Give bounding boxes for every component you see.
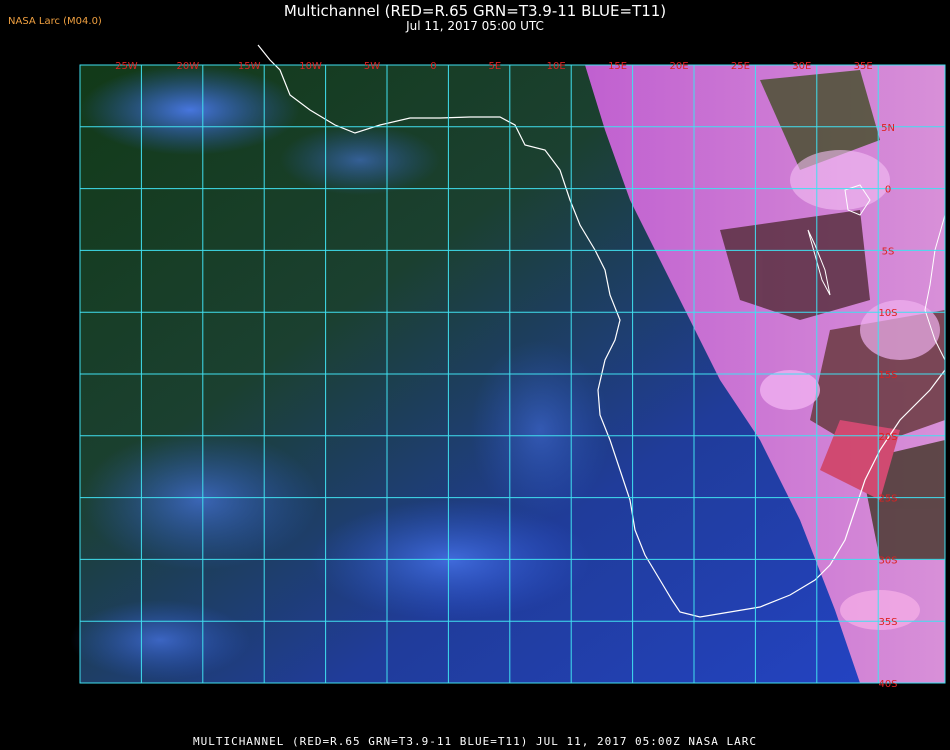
longitude-label: 20E	[669, 61, 688, 72]
image-title: Multichannel (RED=R.65 GRN=T3.9-11 BLUE=…	[283, 2, 667, 20]
latitude-label: 20S	[878, 432, 897, 443]
longitude-label: 0	[430, 61, 436, 72]
longitude-label: 15W	[238, 61, 261, 72]
latitude-label: 35S	[878, 617, 897, 628]
latitude-label: 5N	[881, 123, 895, 134]
latitude-label: 5S	[882, 246, 895, 257]
latitude-label: 15S	[878, 370, 897, 381]
longitude-label: 5E	[488, 61, 501, 72]
latitude-label: 0	[885, 185, 891, 196]
longitude-label: 25W	[115, 61, 138, 72]
latitude-label: 25S	[878, 494, 897, 505]
latitude-label: 40S	[878, 679, 897, 690]
longitude-label: 35E	[854, 61, 873, 72]
latitude-label: 30S	[878, 555, 897, 566]
longitude-label: 30E	[792, 61, 811, 72]
longitude-label: 15E	[608, 61, 627, 72]
longitude-label: 10W	[299, 61, 322, 72]
satellite-map[interactable]: 25W 20W 15W 10W 5W 0 5E 10E 15E 20E 25E 30E 35E 5N 0 5…	[0, 40, 950, 730]
longitude-label: 5W	[364, 61, 380, 72]
longitude-label: 25E	[731, 61, 750, 72]
longitude-label: 10E	[547, 61, 566, 72]
footer-caption: MULTICHANNEL (RED=R.65 GRN=T3.9-11 BLUE=…	[192, 735, 758, 748]
longitude-label: 20W	[176, 61, 199, 72]
latitude-label: 10S	[878, 308, 897, 319]
image-datetime: Jul 11, 2017 05:00 UTC	[406, 19, 544, 33]
